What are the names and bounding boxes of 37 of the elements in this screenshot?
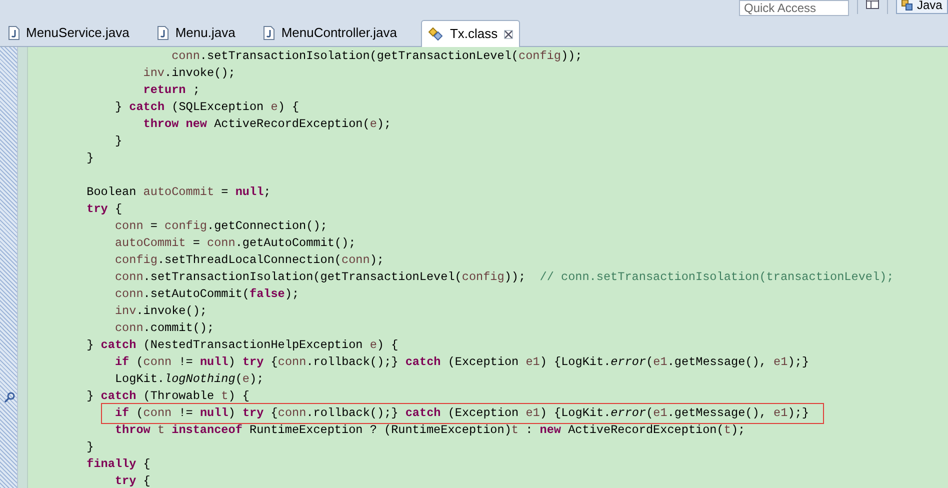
code-line: inv.invoke(); xyxy=(114,303,207,320)
perspective-icon xyxy=(901,0,913,11)
code-line: config.setThreadLocalConnection(conn); xyxy=(114,252,384,269)
layout-icon[interactable] xyxy=(866,0,879,9)
code-line: throw new ActiveRecordException(e); xyxy=(142,116,392,133)
code-line: conn.setTransactionIsolation(getTransactionLevel(config)); // conn.setTransactionIsolation(transactionLevel); xyxy=(114,269,894,286)
code-line: } xyxy=(114,133,122,150)
code-line: try { xyxy=(114,473,150,488)
quick-access-field[interactable]: Quick Access xyxy=(739,0,849,16)
code-line: autoCommit = conn.getAutoCommit(); xyxy=(114,235,356,252)
code-line: } xyxy=(86,150,94,167)
editor-tab[interactable]: MenuController.java xyxy=(259,20,415,46)
code-line: } catch (SQLException e) { xyxy=(114,99,300,116)
code-line: return ; xyxy=(142,82,200,99)
java-file-icon xyxy=(157,26,170,40)
close-icon[interactable] xyxy=(504,30,513,38)
code-line: Boolean autoCommit = null; xyxy=(86,184,271,201)
editor-tab[interactable]: MenuService.java xyxy=(4,20,148,46)
editor-tab[interactable]: Menu.java xyxy=(153,20,254,46)
editor-tab[interactable]: Tx.class xyxy=(420,20,520,47)
code-line: } catch (NestedTransactionHelpException e) { xyxy=(86,337,398,354)
code-line: } catch (Throwable t) { xyxy=(86,388,250,405)
code-line: throw t instanceof RuntimeException ? (RuntimeException)t : new ActiveRecordException(t); xyxy=(114,422,746,439)
code-line: finally { xyxy=(86,456,150,473)
code-line: inv.invoke(); xyxy=(142,65,236,82)
code-line: conn = config.getConnection(); xyxy=(114,218,328,235)
class-file-icon xyxy=(428,27,444,41)
code-line: if (conn != null) try {conn.rollback();} catch (Exception e1) {LogKit.error(e1.getMessage(), e1);} xyxy=(114,354,809,371)
code-line: conn.setAutoCommit(false); xyxy=(114,286,300,303)
code-line: LogKit.logNothing(e); xyxy=(114,371,264,388)
code-line: try { xyxy=(86,201,122,218)
code-line: conn.setTransactionIsolation(getTransactionLevel(config)); xyxy=(170,48,582,65)
java-file-icon xyxy=(8,26,20,40)
code-line: } xyxy=(86,439,94,456)
code-line: conn.commit(); xyxy=(114,320,214,337)
java-perspective-button[interactable]: Java xyxy=(896,0,948,14)
java-file-icon xyxy=(263,26,276,40)
